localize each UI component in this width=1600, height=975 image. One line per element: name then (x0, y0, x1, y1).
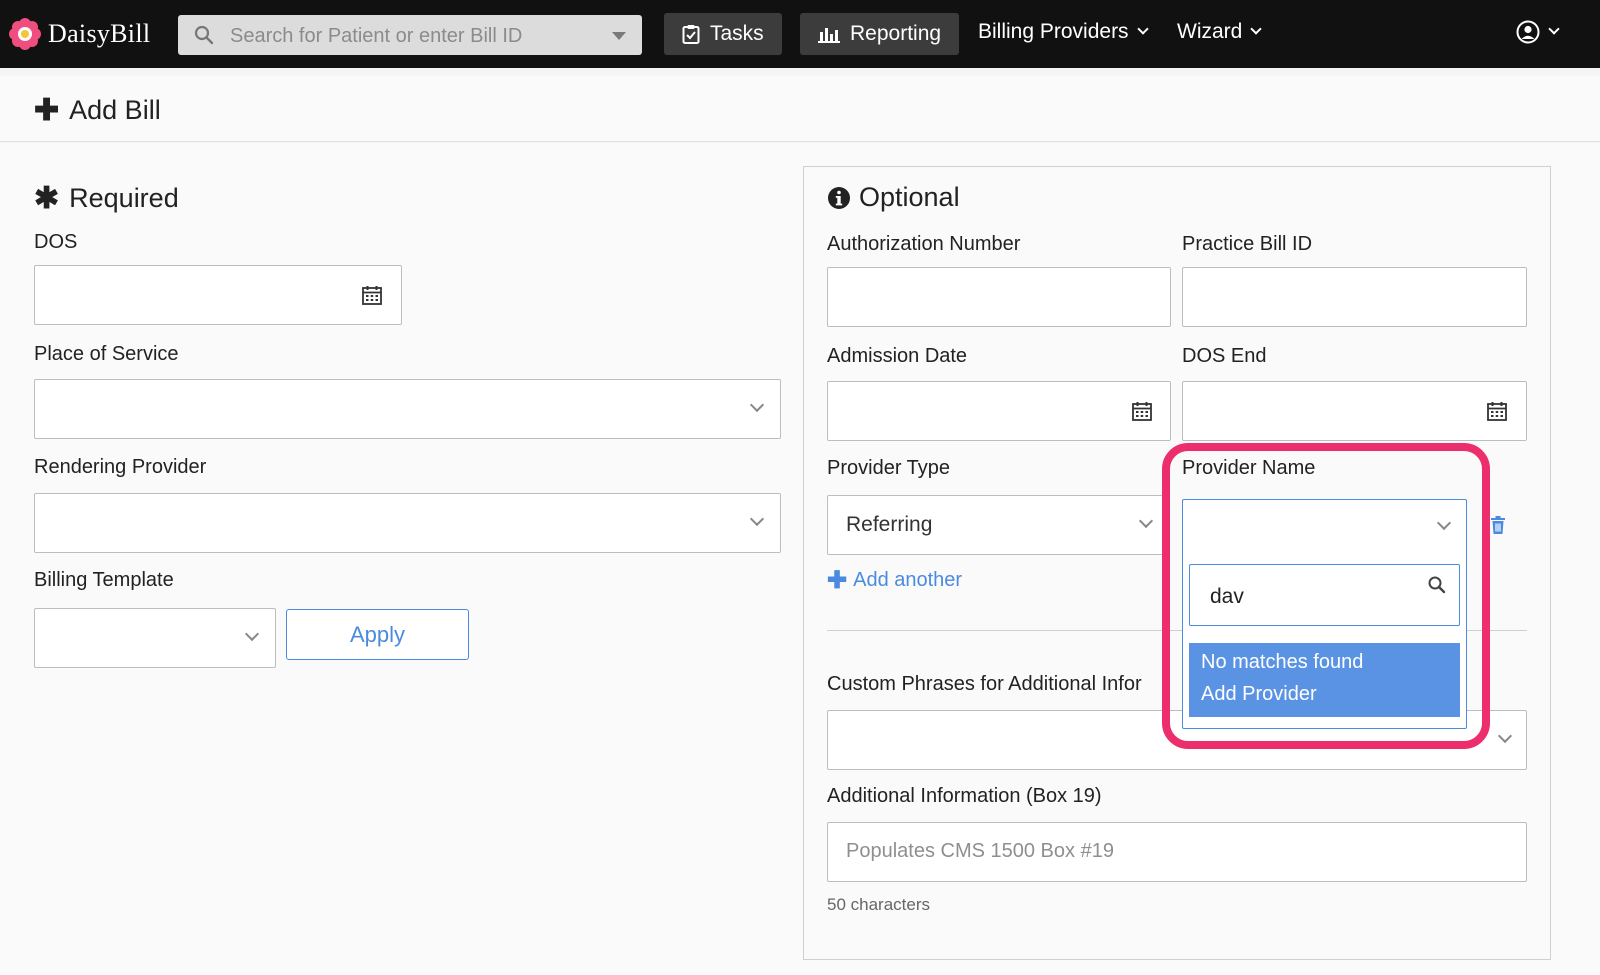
optional-title-text: Optional (859, 182, 960, 212)
wizard-menu[interactable]: Wizard (1177, 20, 1263, 44)
authorization-number-label: Authorization Number (827, 233, 1021, 255)
required-section-title: ✱ Required (34, 181, 179, 216)
tasks-button[interactable]: Tasks (664, 13, 782, 55)
chevron-down-icon (244, 626, 260, 642)
search-placeholder: Search for Patient or enter Bill ID (230, 25, 523, 47)
dos-end-label: DOS End (1182, 345, 1267, 367)
dos-label: DOS (34, 231, 78, 253)
custom-phrases-label: Custom Phrases for Additional Infor (827, 673, 1142, 695)
caret-down-icon[interactable] (612, 32, 626, 40)
page-title-text: Add Bill (69, 95, 161, 125)
info-icon (828, 186, 850, 209)
character-count: 50 characters (827, 895, 930, 914)
page-title: ✚ Add Bill (34, 95, 161, 126)
admission-date-input[interactable] (827, 381, 1171, 441)
practice-bill-id-input[interactable] (1182, 267, 1527, 327)
patient-search[interactable]: Search for Patient or enter Bill ID (178, 15, 642, 55)
trash-icon[interactable] (1490, 516, 1506, 534)
authorization-number-input[interactable] (827, 267, 1171, 327)
additional-info-placeholder: Populates CMS 1500 Box #19 (846, 840, 1114, 862)
reporting-button[interactable]: Reporting (800, 13, 960, 55)
additional-info-input[interactable]: Populates CMS 1500 Box #19 (827, 822, 1527, 882)
apply-button[interactable]: Apply (286, 609, 469, 660)
asterisk-icon: ✱ (34, 182, 60, 215)
provider-type-select[interactable]: Referring (827, 495, 1166, 555)
logo-text: DaisyBill (48, 19, 151, 48)
user-circle-icon (1516, 20, 1540, 44)
additional-info-label: Additional Information (Box 19) (827, 785, 1102, 807)
chevron-down-icon (1250, 23, 1263, 35)
clipboard-check-icon (682, 25, 700, 44)
calendar-icon[interactable] (362, 285, 382, 305)
bar-chart-icon (818, 28, 840, 43)
place-of-service-label: Place of Service (34, 343, 179, 365)
plus-icon: ✚ (827, 567, 848, 594)
chevron-down-icon (1138, 513, 1154, 529)
optional-section-title: Optional (827, 182, 960, 213)
practice-bill-id-label: Practice Bill ID (1182, 233, 1313, 255)
chevron-down-icon (1497, 728, 1513, 744)
tasks-label: Tasks (710, 22, 764, 45)
logo[interactable]: DaisyBill (8, 17, 150, 51)
billing-template-select[interactable] (34, 608, 276, 668)
required-title-text: Required (69, 183, 179, 213)
provider-type-value: Referring (846, 513, 933, 536)
reporting-label: Reporting (850, 22, 942, 45)
add-another-label: Add another (853, 569, 963, 591)
billing-template-label: Billing Template (34, 569, 174, 591)
dos-input[interactable] (34, 265, 402, 325)
user-menu[interactable] (1516, 20, 1560, 44)
add-another-link[interactable]: ✚ Add another (827, 566, 962, 595)
page-header: ✚ Add Bill (0, 76, 1600, 142)
calendar-icon[interactable] (1487, 401, 1507, 421)
provider-type-label: Provider Type (827, 457, 951, 479)
billing-providers-menu[interactable]: Billing Providers (978, 20, 1149, 44)
add-bill-form: ✱ Required DOS Place of Service Renderin… (0, 143, 1600, 975)
daisy-logo-icon (9, 18, 41, 50)
search-icon (194, 25, 214, 45)
chevron-down-icon (1548, 23, 1560, 35)
calendar-icon[interactable] (1132, 401, 1152, 421)
billing-providers-label: Billing Providers (978, 20, 1129, 43)
chevron-down-icon (1136, 23, 1149, 35)
dos-end-input[interactable] (1182, 381, 1527, 441)
place-of-service-select[interactable] (34, 379, 781, 439)
rendering-provider-select[interactable] (34, 493, 781, 553)
plus-icon: ✚ (34, 93, 60, 127)
rendering-provider-label: Rendering Provider (34, 456, 207, 478)
chevron-down-icon (749, 511, 765, 527)
admission-date-label: Admission Date (827, 345, 968, 367)
wizard-label: Wizard (1177, 20, 1243, 43)
top-navbar: DaisyBill Search for Patient or enter Bi… (0, 0, 1600, 68)
chevron-down-icon (749, 397, 765, 413)
highlight-annotation (1162, 443, 1490, 749)
